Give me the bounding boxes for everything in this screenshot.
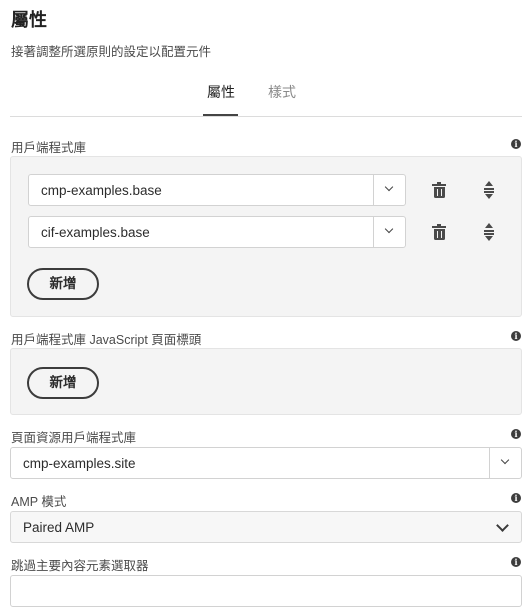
add-js-head-library-button[interactable]: 新增: [27, 367, 99, 399]
amp-mode-select[interactable]: Paired AMP: [10, 511, 522, 543]
client-library-value-1: cmp-examples.base: [41, 183, 162, 198]
tab-styles[interactable]: 樣式: [268, 82, 296, 102]
info-icon[interactable]: i: [511, 429, 521, 439]
amp-mode-value: Paired AMP: [23, 520, 95, 535]
dropdown-button[interactable]: [373, 175, 405, 205]
client-libraries-panel: cmp-examples.base cif-examples.base 新增: [10, 156, 522, 317]
dropdown-button[interactable]: [489, 448, 521, 478]
info-icon[interactable]: i: [511, 331, 521, 341]
page-resource-library-label: 頁面資源用戶端程式庫: [11, 431, 137, 445]
chevron-down-icon: [496, 519, 509, 532]
tab-divider: [10, 116, 522, 117]
chevron-down-icon: [384, 224, 394, 234]
js-head-libraries-label: 用戶端程式庫 JavaScript 頁面標頭: [11, 333, 202, 347]
info-icon[interactable]: i: [511, 139, 521, 149]
trash-icon[interactable]: [432, 182, 446, 198]
client-library-value-2: cif-examples.base: [41, 225, 150, 240]
info-icon[interactable]: i: [511, 557, 521, 567]
move-icon[interactable]: [482, 181, 496, 199]
dropdown-button[interactable]: [373, 217, 405, 247]
add-client-library-button[interactable]: 新增: [27, 268, 99, 300]
skip-main-selector-input[interactable]: [10, 575, 522, 607]
chevron-down-icon: [500, 455, 510, 465]
chevron-down-icon: [384, 182, 394, 192]
page-resource-library-value: cmp-examples.site: [23, 456, 136, 471]
client-libraries-label: 用戶端程式庫: [11, 141, 87, 155]
page-resource-library-select[interactable]: cmp-examples.site: [10, 447, 522, 479]
tab-bar: 屬性 樣式: [0, 79, 532, 117]
client-library-select-2[interactable]: cif-examples.base: [28, 216, 406, 248]
skip-main-selector-label: 跳過主要內容元素選取器: [11, 559, 149, 573]
amp-mode-label: AMP 模式: [11, 495, 67, 509]
move-icon[interactable]: [482, 223, 496, 241]
dialog-subtitle: 接著調整所選原則的設定以配置元件: [11, 45, 212, 59]
js-head-libraries-panel: 新增: [10, 348, 522, 415]
tab-properties[interactable]: 屬性: [207, 82, 235, 102]
dialog-title: 屬性: [11, 10, 47, 30]
trash-icon[interactable]: [432, 224, 446, 240]
info-icon[interactable]: i: [511, 493, 521, 503]
client-library-select-1[interactable]: cmp-examples.base: [28, 174, 406, 206]
